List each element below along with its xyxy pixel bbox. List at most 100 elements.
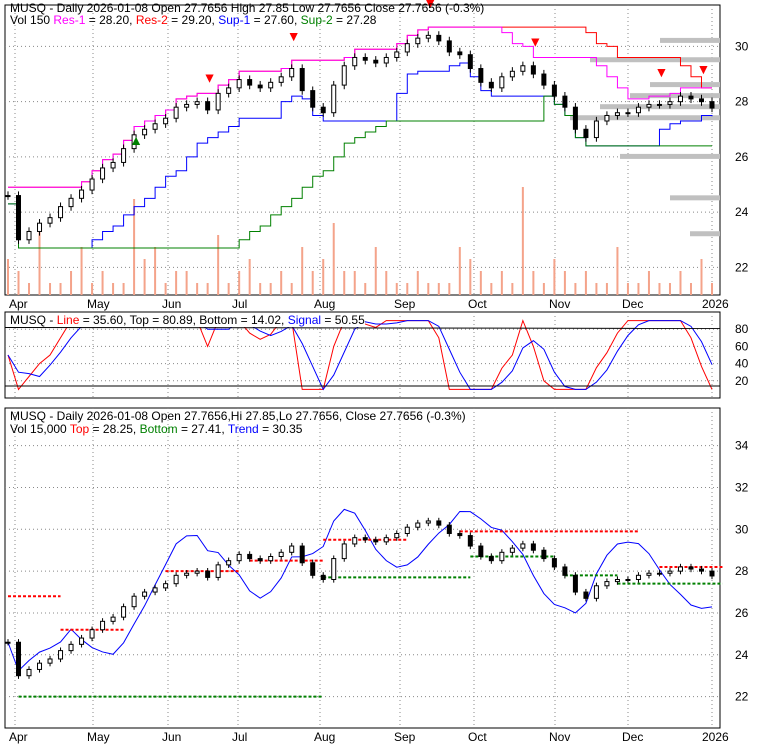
price-candle [226,87,232,94]
trend-price-candle [446,524,452,534]
price-candle [667,101,673,105]
price-candle [698,98,704,103]
price-candle [68,197,74,208]
price-candle [572,106,578,130]
volume-bar [385,271,388,295]
buy-arrow-icon: ▲ [129,132,143,148]
trend-price-candle [698,568,704,572]
trend-panel-y-tick: 24 [735,648,749,662]
trend-panel-x-tick: Aug [314,730,335,744]
trend-bottom-label: Bottom [139,422,178,436]
trend-price-candle [467,535,473,547]
trend-price-candle [226,560,232,566]
oscillator-legend: MUSQ - Line = 35.60, Top = 80.89, Bottom… [10,313,365,327]
volume-bar [122,283,125,295]
trend-panel-y-tick: 32 [735,480,749,494]
price-panel-x-tick: Dec [622,297,643,311]
volume-by-price-bar [630,93,720,99]
price-candle [583,128,589,139]
price-candle [593,120,599,139]
price-candle [677,95,683,103]
volume-by-price-bar [660,37,720,43]
trend-price-candle [37,662,43,670]
volume-bar [553,259,556,295]
price-candle [488,81,494,89]
trend-panel-x-tick: Oct [468,730,487,744]
volume-bar [269,283,272,295]
sup1-value: = 27.60, [253,13,298,27]
trend-panel-x-tick: Sep [394,730,416,744]
trend-panel-y-tick: 26 [735,606,749,620]
volume-bar [280,271,283,295]
volume-bar [406,283,409,295]
volume-bar [301,247,304,295]
trend-panel-x-tick: 2026 [702,730,729,744]
price-panel-y-tick: 26 [735,150,749,164]
price-panel-x-tick: 2026 [702,297,729,311]
price-panel-y-tick: 30 [735,39,749,53]
volume-label: Vol 150 [10,13,51,27]
sell-arrow-icon: ▼ [287,28,301,44]
volume-bar [616,247,619,295]
trend-price-candle [509,547,515,553]
trend-price-candle [677,566,683,572]
price-candle [467,54,473,70]
volume-bar [711,283,713,295]
price-panel-x-tick: Jun [162,297,181,311]
price-candle [478,68,484,83]
volume-bar [658,283,661,295]
price-candle [215,92,221,111]
sup2-label: Sup-2 [300,13,333,27]
trend-price-candle [635,574,641,581]
trend-price-candle [320,574,326,581]
volume-bar [637,283,640,295]
volume-bar [343,271,346,295]
price-panel-frame [4,4,721,296]
oscillator-panel-y-tick: 40 [735,357,749,371]
volume-bar [500,271,503,295]
price-panel-y-tick: 24 [735,205,749,219]
trend-price-candle [457,532,463,537]
trend-price-candle [26,668,32,677]
trend-price-candle [5,641,11,644]
volume-bar [49,283,52,295]
volume-bar [143,259,146,295]
price-panel-x-tick: Nov [549,297,570,311]
trend-price-candle [205,570,211,578]
price-candle [509,70,515,78]
trend-volume: Vol 15,000 [10,422,67,436]
trend-price-candle [541,549,547,560]
trend-price-candle [215,564,221,578]
trend-panel-y-tick: 30 [735,522,749,536]
trend-panel-y-tick: 34 [735,439,749,453]
volume-bar [7,259,9,295]
volume-bar [112,283,115,295]
volume-bar [490,283,493,295]
sup1-label: Sup-1 [218,13,251,27]
price-candle [457,51,463,56]
price-candle [394,51,400,58]
trend-price-candle [530,543,536,551]
price-candle [331,84,337,114]
trend-panel-frame [4,407,721,729]
res2-label: Res-2 [135,13,168,27]
trend-price-candle [436,520,442,526]
volume-bar [290,283,293,295]
volume-bar [227,283,230,295]
sell-arrow-icon: ▼ [528,33,542,49]
trend-price-candle [236,553,242,562]
price-candle [100,167,106,180]
trend-price-candle [572,574,578,593]
volume-bar [563,271,566,295]
volume-bar [668,283,671,295]
trend-price-candle [425,520,431,524]
trend-price-candle [583,591,589,599]
volume-bar [448,283,451,295]
trend-panel-x-tick: Nov [549,730,570,744]
price-panel-x-tick: Sep [394,297,416,311]
volume-bar [353,271,356,295]
osc-line-value: = 35.60, [82,313,127,327]
volume-bar [332,223,335,295]
trend-price-candle [362,537,368,541]
trend-panel-x-tick: Jul [232,730,247,744]
